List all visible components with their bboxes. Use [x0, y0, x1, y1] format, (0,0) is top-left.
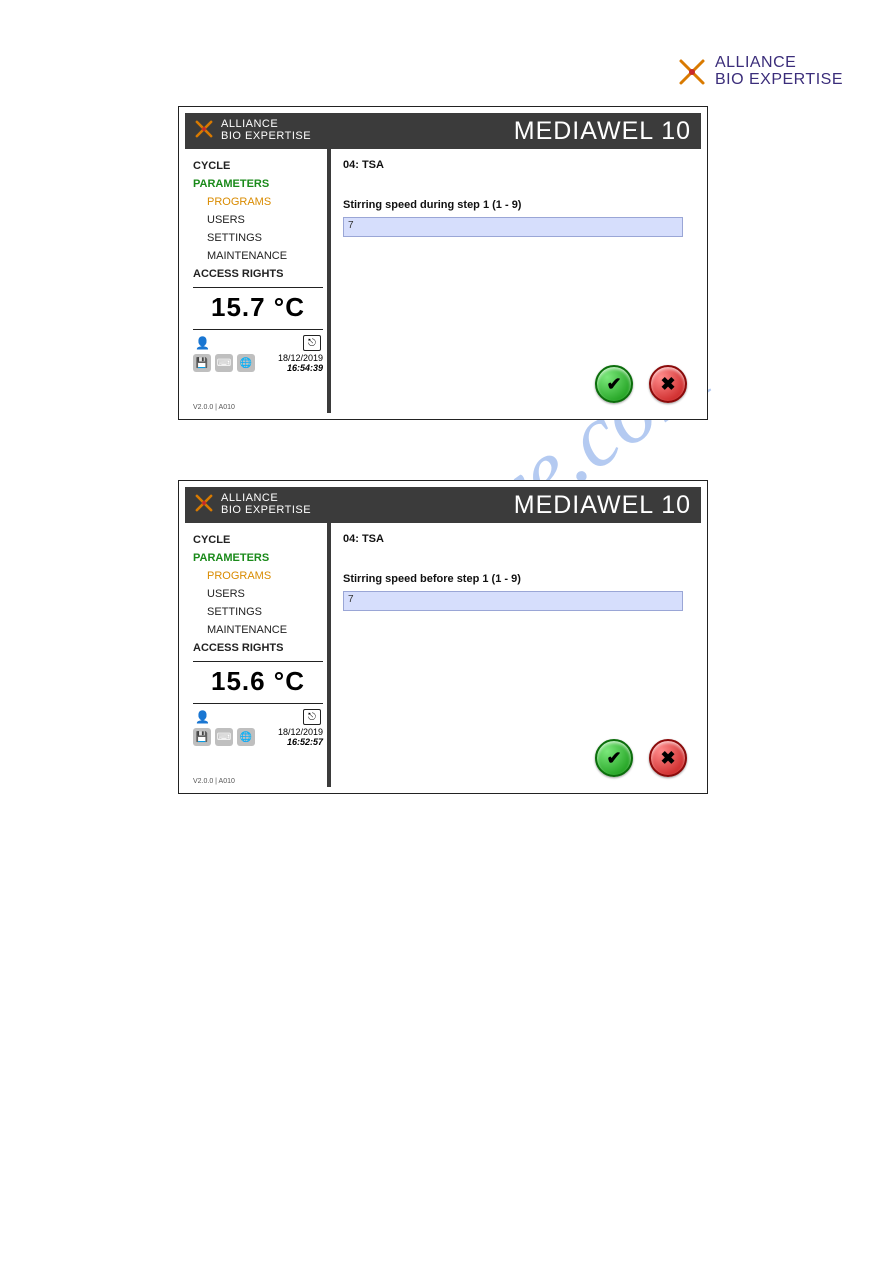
nav-item-settings[interactable]: SETTINGS: [193, 229, 323, 247]
close-icon: ✖: [660, 748, 675, 769]
status-row: 💾 ⌨ 🌐 18/12/2019 16:54:39: [193, 352, 323, 376]
main-panel: 04: TSA Stirring speed during step 1 (1 …: [331, 149, 701, 413]
datetime: 18/12/2019 16:54:39: [278, 354, 323, 374]
save-icon[interactable]: 💾: [193, 728, 211, 746]
brand-block: ALLIANCE BIO EXPERTISE: [185, 487, 319, 523]
time-text: 16:52:57: [278, 738, 323, 748]
check-icon: ✔: [606, 374, 621, 395]
screenshot-1: ALLIANCE BIO EXPERTISE MEDIAWEL 10 CYCLE…: [178, 106, 708, 420]
confirm-button[interactable]: ✔: [595, 739, 633, 777]
brand-block: ALLIANCE BIO EXPERTISE: [185, 113, 319, 149]
network-icon[interactable]: 🌐: [237, 354, 255, 372]
close-icon: ✖: [660, 374, 675, 395]
keyboard-icon[interactable]: ⌨: [215, 354, 233, 372]
sidebar: CYCLE PARAMETERS PROGRAMS USERS SETTINGS…: [185, 149, 331, 413]
check-icon: ✔: [606, 748, 621, 769]
title-bar: ALLIANCE BIO EXPERTISE MEDIAWEL 10: [185, 113, 701, 149]
program-title: 04: TSA: [343, 533, 689, 545]
version-text: V2.0.0 | A010: [193, 402, 323, 411]
nav-item-access-rights[interactable]: ACCESS RIGHTS: [193, 265, 323, 283]
brand-line2: BIO EXPERTISE: [221, 131, 311, 143]
network-icon[interactable]: 🌐: [237, 728, 255, 746]
nav-item-parameters[interactable]: PARAMETERS: [193, 549, 323, 567]
temperature-display: 15.7 °C: [193, 292, 323, 325]
logo-line1: ALLIANCE: [715, 55, 843, 72]
time-text: 16:54:39: [278, 364, 323, 374]
brand-line2: BIO EXPERTISE: [221, 505, 311, 517]
device-title: MEDIAWEL 10: [514, 487, 701, 523]
alliance-logo-icon: [193, 492, 215, 519]
stirring-speed-input[interactable]: 7: [343, 217, 683, 237]
screenshot-2: ALLIANCE BIO EXPERTISE MEDIAWEL 10 CYCLE…: [178, 480, 708, 794]
main-panel: 04: TSA Stirring speed before step 1 (1 …: [331, 523, 701, 787]
nav-item-maintenance[interactable]: MAINTENANCE: [193, 621, 323, 639]
user-icon: 👤: [195, 710, 210, 724]
save-icon[interactable]: 💾: [193, 354, 211, 372]
logout-button[interactable]: ⎋: [303, 335, 321, 351]
brand-text: ALLIANCE BIO EXPERTISE: [221, 119, 311, 142]
title-bar: ALLIANCE BIO EXPERTISE MEDIAWEL 10: [185, 487, 701, 523]
user-icon: 👤: [195, 336, 210, 350]
program-title: 04: TSA: [343, 159, 689, 171]
nav-menu: CYCLE PARAMETERS PROGRAMS USERS SETTINGS…: [193, 531, 323, 657]
nav-item-maintenance[interactable]: MAINTENANCE: [193, 247, 323, 265]
nav-item-cycle[interactable]: CYCLE: [193, 531, 323, 549]
device-title: MEDIAWEL 10: [514, 113, 701, 149]
field-label: Stirring speed during step 1 (1 - 9): [343, 199, 689, 211]
logout-button[interactable]: ⎋: [303, 709, 321, 725]
stirring-speed-input[interactable]: 7: [343, 591, 683, 611]
field-label: Stirring speed before step 1 (1 - 9): [343, 573, 689, 585]
nav-item-settings[interactable]: SETTINGS: [193, 603, 323, 621]
cancel-button[interactable]: ✖: [649, 365, 687, 403]
nav-item-users[interactable]: USERS: [193, 211, 323, 229]
nav-item-programs[interactable]: PROGRAMS: [193, 567, 323, 585]
version-text: V2.0.0 | A010: [193, 776, 323, 785]
temperature-display: 15.6 °C: [193, 666, 323, 699]
nav-item-cycle[interactable]: CYCLE: [193, 157, 323, 175]
confirm-button[interactable]: ✔: [595, 365, 633, 403]
brand-text: ALLIANCE BIO EXPERTISE: [221, 493, 311, 516]
nav-item-access-rights[interactable]: ACCESS RIGHTS: [193, 639, 323, 657]
page-header-logo: ALLIANCE BIO EXPERTISE: [675, 55, 843, 89]
datetime: 18/12/2019 16:52:57: [278, 728, 323, 748]
nav-item-parameters[interactable]: PARAMETERS: [193, 175, 323, 193]
cancel-button[interactable]: ✖: [649, 739, 687, 777]
nav-menu: CYCLE PARAMETERS PROGRAMS USERS SETTINGS…: [193, 157, 323, 283]
logo-line2: BIO EXPERTISE: [715, 72, 843, 89]
page-header-logo-text: ALLIANCE BIO EXPERTISE: [715, 55, 843, 89]
user-row: 👤 ⎋: [193, 334, 323, 352]
nav-item-users[interactable]: USERS: [193, 585, 323, 603]
nav-item-programs[interactable]: PROGRAMS: [193, 193, 323, 211]
user-row: 👤 ⎋: [193, 708, 323, 726]
alliance-logo-icon: [675, 55, 709, 89]
alliance-logo-icon: [193, 118, 215, 145]
keyboard-icon[interactable]: ⌨: [215, 728, 233, 746]
status-row: 💾 ⌨ 🌐 18/12/2019 16:52:57: [193, 726, 323, 750]
sidebar: CYCLE PARAMETERS PROGRAMS USERS SETTINGS…: [185, 523, 331, 787]
